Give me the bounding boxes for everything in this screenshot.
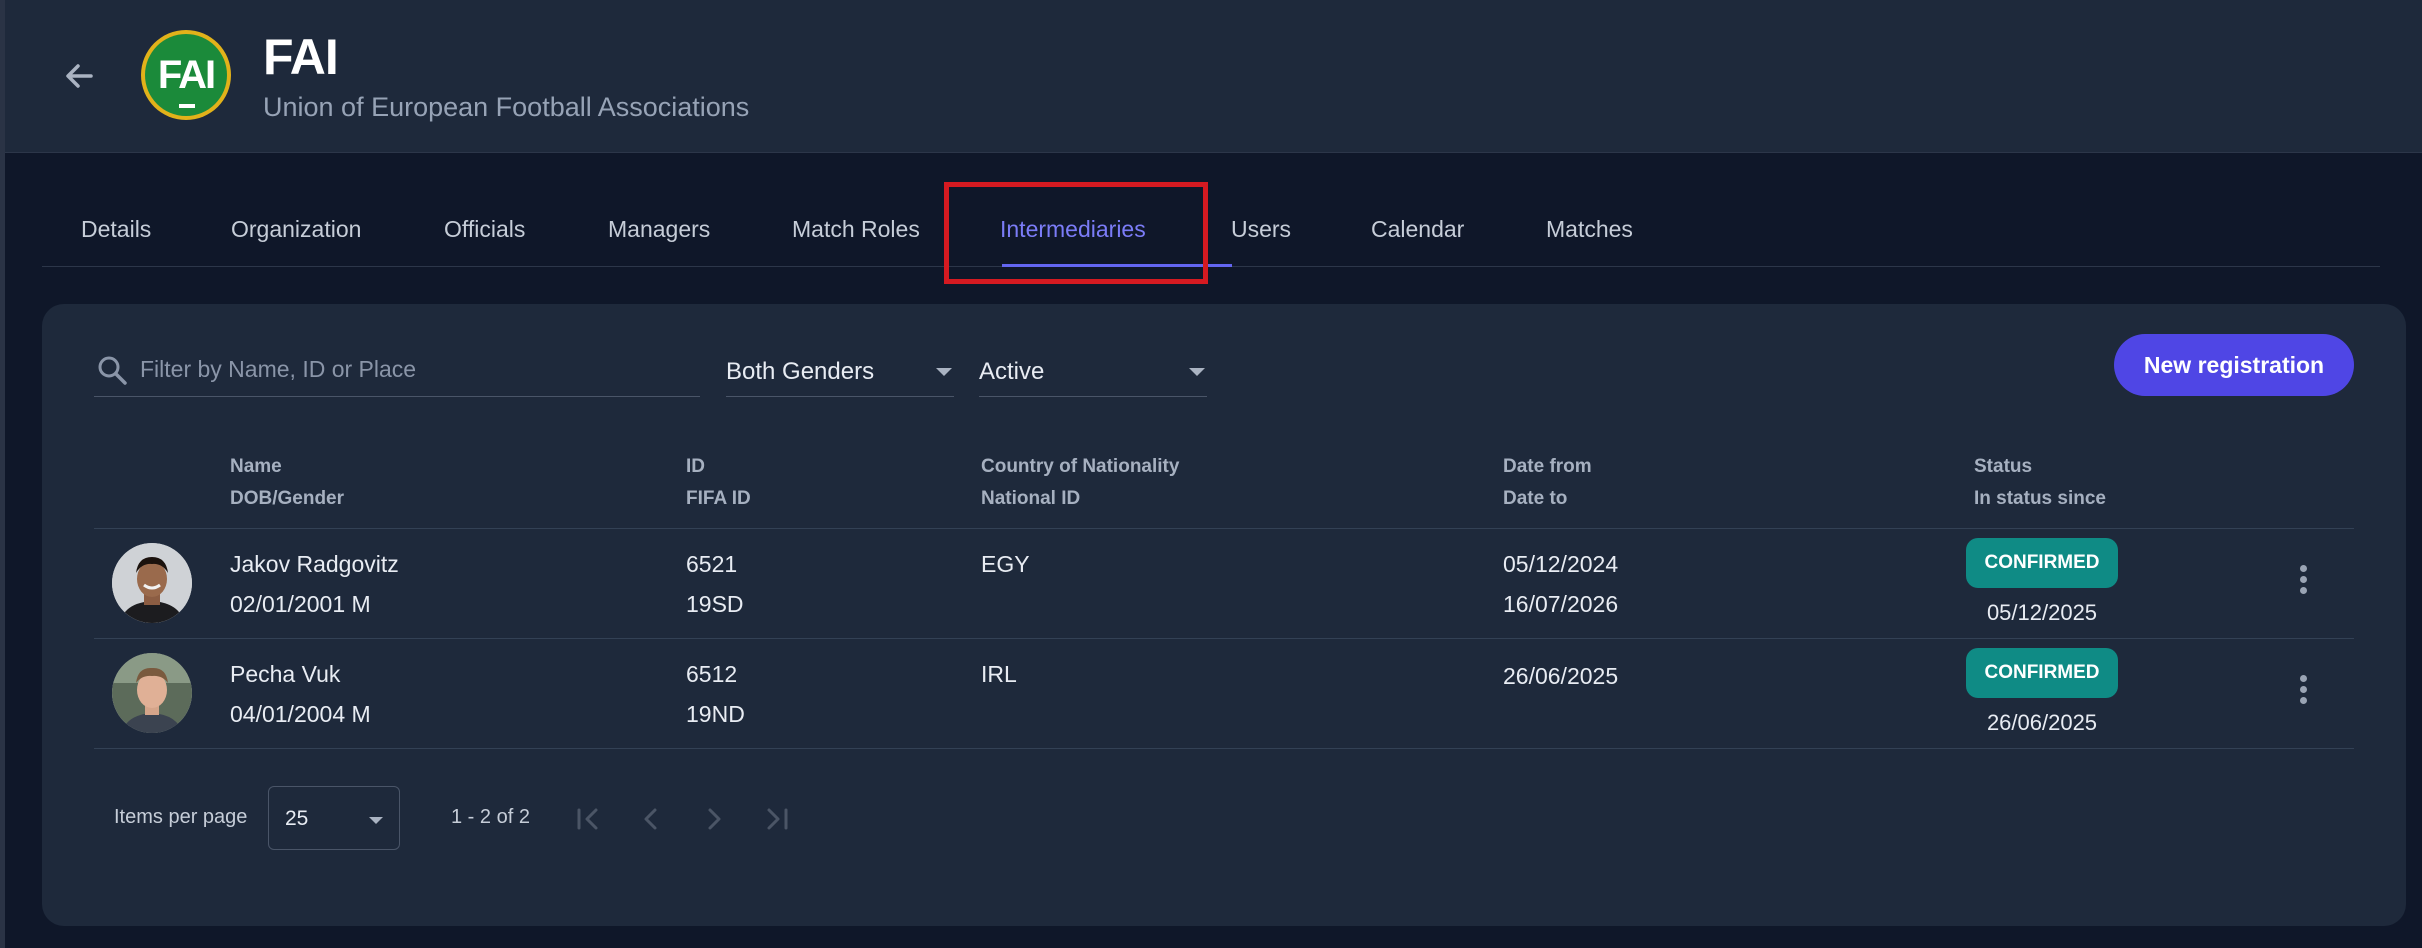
items-per-page-value: 25 (285, 807, 309, 830)
more-vertical-icon (2299, 675, 2307, 682)
row-country: IRL (981, 661, 1017, 687)
new-registration-button[interactable]: New registration (2114, 334, 2354, 396)
items-per-page-label: Items per page (114, 806, 248, 828)
table-divider (94, 528, 2354, 529)
avatar (112, 543, 192, 623)
search-field[interactable] (94, 346, 700, 397)
status-select[interactable]: Active (979, 346, 1207, 397)
table-divider (94, 748, 2354, 749)
items-per-page-select[interactable]: 25 (268, 786, 400, 850)
tab-organization[interactable]: Organization (231, 180, 361, 266)
tab-bar: Details Organization Officials Managers … (42, 180, 2380, 267)
chevron-down-icon (1189, 368, 1205, 376)
column-header-status[interactable]: Status (1974, 456, 2032, 478)
last-page-icon[interactable] (760, 802, 794, 836)
search-input[interactable] (138, 350, 682, 388)
row-menu-button[interactable] (2284, 672, 2322, 716)
row-dob-gender: 02/01/2001 M (230, 591, 371, 617)
tab-officials[interactable]: Officials (444, 180, 525, 266)
row-menu-button[interactable] (2284, 562, 2322, 606)
first-page-icon[interactable] (571, 802, 605, 836)
more-vertical-icon (2299, 565, 2307, 572)
page-title: FAI (263, 29, 339, 85)
row-country: EGY (981, 551, 1030, 577)
status-since-date: 05/12/2025 (1986, 600, 2098, 625)
pagination-range: 1 - 2 of 2 (451, 806, 530, 828)
row-date-from: 05/12/2024 (1503, 551, 1619, 577)
column-header-status-since: In status since (1974, 488, 2106, 509)
tab-details[interactable]: Details (81, 180, 151, 266)
column-header-id[interactable]: ID (686, 456, 705, 478)
tab-matches[interactable]: Matches (1546, 180, 1633, 266)
chevron-down-icon (369, 817, 383, 824)
gender-select[interactable]: Both Genders (726, 346, 954, 397)
next-page-icon[interactable] (697, 802, 731, 836)
column-header-fifa-id: FIFA ID (686, 488, 751, 509)
arrow-left-icon (66, 64, 93, 88)
column-header-country[interactable]: Country of Nationality (981, 456, 1179, 478)
avatar (112, 653, 192, 733)
status-select-value: Active (979, 358, 1045, 385)
status-badge: CONFIRMED (1966, 538, 2118, 588)
column-header-date-to: Date to (1503, 488, 1568, 509)
row-name[interactable]: Jakov Radgovitz (230, 551, 399, 578)
column-header-name[interactable]: Name (230, 456, 282, 478)
header-bar: FAI FAI Union of European Football Assoc… (5, 0, 2422, 153)
tab-match-roles[interactable]: Match Roles (792, 180, 920, 266)
logo-text: FAI (145, 34, 227, 116)
search-icon (98, 356, 127, 385)
table-divider (94, 638, 2354, 639)
row-name[interactable]: Pecha Vuk (230, 661, 340, 688)
gender-select-value: Both Genders (726, 358, 875, 385)
tab-users[interactable]: Users (1231, 180, 1291, 266)
row-fifa-id: 19SD (686, 591, 744, 617)
row-id: 6512 (686, 661, 738, 687)
row-date-from: 26/06/2025 (1503, 663, 1619, 689)
back-button[interactable] (57, 54, 101, 98)
row-id: 6521 (686, 551, 738, 577)
tab-calendar[interactable]: Calendar (1371, 180, 1464, 266)
highlight-annotation (944, 182, 1208, 284)
column-header-dob-gender: DOB/Gender (230, 488, 345, 509)
column-header-national-id: National ID (981, 488, 1081, 509)
chevron-down-icon (936, 368, 952, 376)
status-since-date: 26/06/2025 (1986, 710, 2098, 735)
row-fifa-id: 19ND (686, 701, 745, 727)
row-date-to: 16/07/2026 (1503, 591, 1619, 617)
organization-logo: FAI (141, 30, 231, 120)
page-subtitle: Union of European Football Associations (263, 92, 750, 122)
tab-managers[interactable]: Managers (608, 180, 710, 266)
status-badge: CONFIRMED (1966, 648, 2118, 698)
previous-page-icon[interactable] (634, 802, 668, 836)
row-dob-gender: 04/01/2004 M (230, 701, 371, 727)
column-header-date-from[interactable]: Date from (1503, 456, 1592, 478)
